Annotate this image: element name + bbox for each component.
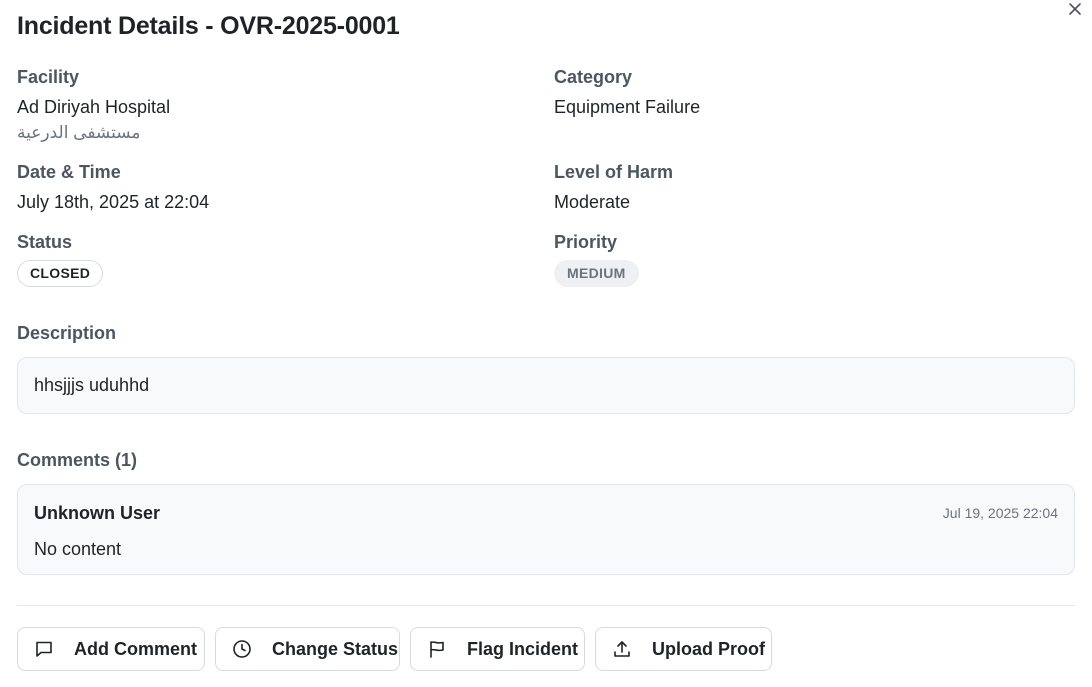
change-status-label: Change Status [272,638,399,659]
description-text: hhsjjjs uduhhd [34,375,150,395]
datetime-value: July 18th, 2025 at 22:04 [17,192,210,212]
category-label: Category [554,67,633,87]
comment-date: Jul 19, 2025 22:04 [942,505,1058,521]
upload-proof-label: Upload Proof [652,638,765,659]
flag-incident-label: Flag Incident [467,638,579,659]
flag-icon [427,639,447,659]
divider [17,605,1075,606]
comments-label: Comments (1) [17,450,138,470]
facility-label: Facility [17,67,80,87]
dialog-title: Incident Details - OVR-2025-0001 [17,12,400,40]
message-square-icon [34,639,54,659]
upload-proof-button[interactable]: Upload Proof [595,627,772,671]
add-comment-button[interactable]: Add Comment [17,627,205,671]
priority-label: Priority [554,232,618,252]
upload-icon [612,639,632,659]
facility-value: Ad Diriyah Hospital [17,97,171,117]
change-status-button[interactable]: Change Status [215,627,400,671]
description-label: Description [17,323,117,343]
facility-value-arabic: مستشفى الدرعية [17,123,141,142]
category-value: Equipment Failure [554,97,701,117]
add-comment-label: Add Comment [74,638,197,659]
flag-incident-button[interactable]: Flag Incident [410,627,585,671]
comment-item: Unknown User Jul 19, 2025 22:04 No conte… [17,484,1075,575]
clock-icon [232,639,252,659]
priority-badge: MEDIUM [554,260,639,287]
comment-author: Unknown User [34,503,161,523]
status-label: Status [17,232,73,252]
harm-label: Level of Harm [554,162,674,182]
status-badge: CLOSED [17,260,104,287]
description-box: hhsjjjs uduhhd [17,357,1075,414]
harm-value: Moderate [554,192,631,212]
datetime-label: Date & Time [17,162,121,182]
comment-body: No content [34,539,122,559]
close-icon[interactable] [1066,0,1084,18]
